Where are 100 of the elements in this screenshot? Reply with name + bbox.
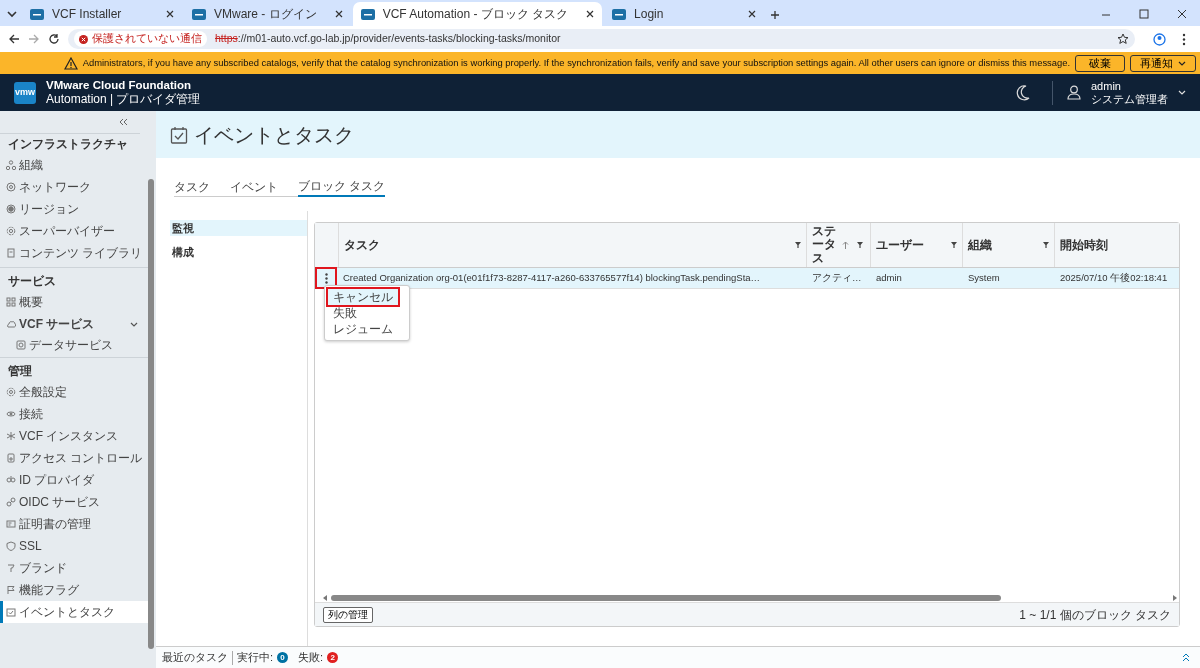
calendar-check-icon <box>170 125 188 144</box>
link-icon <box>6 497 16 507</box>
column-header[interactable]: タスク <box>343 236 792 254</box>
flag-icon <box>6 585 16 595</box>
reload-icon[interactable] <box>48 33 60 45</box>
section-heading: インフラストラクチャ <box>7 136 129 153</box>
subnav-item[interactable]: 監視 <box>170 220 307 236</box>
sidebar-item[interactable]: 接続 <box>0 403 148 425</box>
sidebar-item[interactable]: コンテンツ ライブラリ <box>0 242 148 264</box>
close-icon[interactable] <box>166 10 174 18</box>
gear-icon <box>6 226 16 236</box>
table-cell: Created Organization org-01(e01f1f73-8287-4117-a260-633765577f14) blockingTask.pendingSta… <box>343 271 761 283</box>
subnav-item[interactable]: 構成 <box>170 244 307 260</box>
column-header[interactable]: ステータス <box>812 225 839 265</box>
sidebar-item[interactable]: リージョン <box>0 198 148 220</box>
page-title: イベントとタスク <box>194 122 354 148</box>
browser-tab[interactable]: Login <box>604 2 765 26</box>
sidebar-item[interactable]: SSL <box>0 535 148 557</box>
banner-button[interactable]: 再通知 <box>1130 54 1196 72</box>
moon-icon[interactable] <box>1016 84 1030 101</box>
table-cell: System <box>968 271 1000 283</box>
book-icon <box>6 248 16 258</box>
scrollbar[interactable] <box>331 594 1001 601</box>
user-name[interactable]: admin <box>1091 79 1168 93</box>
error-icon <box>79 34 88 44</box>
sidebar-item[interactable]: VCF サービス <box>0 313 148 335</box>
column-header[interactable]: ユーザー <box>876 236 948 254</box>
tab[interactable]: ブロック タスク <box>298 178 386 197</box>
menu-item[interactable]: キャンセル <box>328 289 398 305</box>
more-icon <box>324 272 328 284</box>
table-cell: アクティ… <box>812 271 862 283</box>
sidebar-item[interactable]: 概要 <box>0 291 148 313</box>
url-text[interactable]: https://m01-auto.vcf.go-lab.jp/provider/events-tasks/blocking-tasks/monitor <box>215 31 1109 47</box>
column-header[interactable]: 組織 <box>968 236 1040 254</box>
row-actions-button[interactable] <box>317 269 335 287</box>
favicon-icon <box>192 8 206 20</box>
pagination-text: 1 ~ 1/1 個のブロック タスク <box>1019 606 1171 624</box>
close-icon[interactable] <box>334 10 343 18</box>
logo: vmw <box>14 81 36 104</box>
banner-message: Administrators, if you have any subscribed catalogs, verify that the catalog synchronization is working properly. If the synchronization fails, verify and save your subscription settings again. All other users can ignore or dismiss this message. <box>82 55 1070 70</box>
section-heading: 管理 <box>7 363 33 380</box>
filter-icon[interactable] <box>795 242 802 248</box>
menu-item[interactable]: レジューム <box>328 321 398 337</box>
sidebar-item[interactable]: イベントとタスク <box>0 601 148 623</box>
expand-up-icon[interactable] <box>1182 653 1190 662</box>
menu-item[interactable]: 失敗 <box>328 305 362 321</box>
column-header[interactable]: 開始時刻 <box>1060 236 1174 254</box>
scroll-right-icon[interactable] <box>1173 594 1177 601</box>
scroll-left-icon[interactable] <box>323 594 327 601</box>
section-heading: サービス <box>7 273 57 290</box>
banner-button[interactable]: 破棄 <box>1075 54 1125 72</box>
profile-icon[interactable] <box>1153 32 1166 46</box>
favicon-icon <box>360 8 375 20</box>
favicon-icon <box>30 8 44 20</box>
nodes-icon <box>6 160 16 170</box>
eye-icon <box>6 409 16 419</box>
sidebar-item[interactable]: 機能フラグ <box>0 579 148 601</box>
sidebar-item[interactable]: VCF インスタンス <box>0 425 148 447</box>
sidebar-item[interactable]: 証明書の管理 <box>0 513 148 535</box>
sidebar-item[interactable]: OIDC サービス <box>0 491 148 513</box>
sidebar-item[interactable]: データサービス <box>0 335 148 354</box>
cloud-icon <box>6 319 16 329</box>
caret-icon[interactable] <box>1178 90 1186 95</box>
table-row[interactable]: Created Organization org-01(e01f1f73-8287-4117-a260-633765577f14) blockingTask.pendingSta… アクティ… admin System 2025/07/10 午後02:18:41 <box>315 268 1179 289</box>
tab[interactable]: イベント <box>230 178 278 197</box>
tab[interactable]: タスク <box>174 178 210 197</box>
sidebar-item[interactable]: ブランド <box>0 557 148 579</box>
star-icon[interactable] <box>1117 33 1129 45</box>
close-icon[interactable] <box>586 10 595 18</box>
filter-icon[interactable] <box>951 242 958 248</box>
filter-icon[interactable] <box>857 242 864 248</box>
count-badge: 0 <box>277 652 289 663</box>
status-label[interactable]: 最近のタスク <box>162 649 228 666</box>
back-icon[interactable] <box>8 33 20 45</box>
sort-arrow-icon[interactable] <box>842 241 850 249</box>
collapse-icon[interactable] <box>118 118 128 126</box>
manage-columns-button[interactable]: 列の管理 <box>323 606 373 623</box>
count-badge: 2 <box>327 652 339 663</box>
sidebar-item[interactable]: ネットワーク <box>0 176 148 198</box>
brand-subtitle: Automation | プロバイダ管理 <box>46 92 201 107</box>
grid-icon <box>6 297 16 307</box>
sidebar-item[interactable]: 組織 <box>0 154 148 176</box>
sidebar-item[interactable]: アクセス コントロール <box>0 447 148 469</box>
browser-tab[interactable]: VCF Automation - ブロック タスク <box>352 2 603 26</box>
favicon-icon <box>612 8 627 20</box>
chevron-icon[interactable] <box>130 321 138 327</box>
region-icon <box>6 204 16 214</box>
more-icon[interactable] <box>1182 32 1186 46</box>
snowflake-icon <box>6 431 16 441</box>
close-icon[interactable] <box>748 10 757 18</box>
filter-icon[interactable] <box>1043 242 1050 248</box>
sidebar-item[interactable]: ID プロバイダ <box>0 469 148 491</box>
security-warning[interactable]: 保護されていない通信 <box>74 31 207 47</box>
sidebar-item[interactable]: 全般設定 <box>0 381 148 403</box>
browser-tab[interactable]: VMware - ログイン <box>184 2 351 26</box>
scrollbar[interactable] <box>148 179 154 649</box>
browser-tab[interactable]: VCF Installer <box>22 2 182 26</box>
user-icon[interactable] <box>1067 85 1081 100</box>
sidebar-item[interactable]: スーパーバイザー <box>0 220 148 242</box>
calendar-check-icon <box>6 607 16 617</box>
